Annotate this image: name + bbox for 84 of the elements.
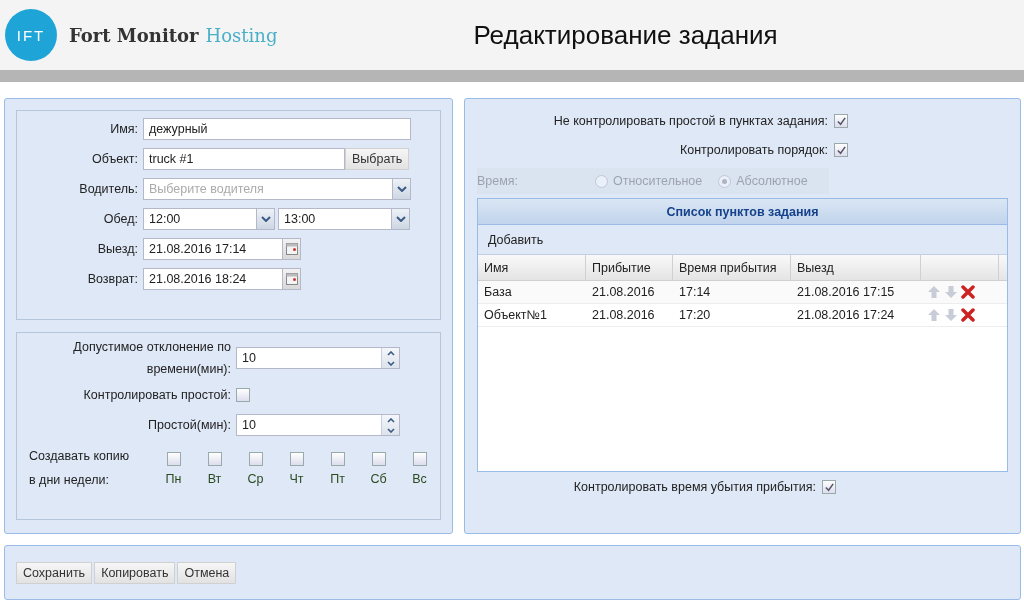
checkbox-label: Контролировать время убытия прибытия: <box>573 480 816 494</box>
radio-label: Абсолютное <box>736 174 808 188</box>
calendar-icon <box>285 273 298 285</box>
radio-label: Относительное <box>613 174 703 188</box>
checkbox[interactable] <box>248 452 263 466</box>
field-label: Простой(мин): <box>147 417 232 434</box>
chevron-down-icon <box>396 186 407 192</box>
chevron-down-icon <box>386 360 395 366</box>
weekday-label: Пт <box>330 472 345 486</box>
weekday-label: Ср <box>247 472 264 486</box>
date-field[interactable]: 21.08.2016 17:14 <box>143 238 301 260</box>
field-label: Выезд: <box>96 242 139 256</box>
column-header[interactable]: Время прибытия <box>673 255 791 280</box>
delete-icon[interactable] <box>961 308 975 322</box>
field-label: Водитель: <box>78 182 139 196</box>
field-label: Возврат: <box>86 272 139 286</box>
table-cell-text: 17:14 <box>678 284 712 301</box>
table-cell-text: 21.08.2016 17:15 <box>796 284 896 301</box>
checkbox[interactable] <box>207 452 222 466</box>
table-cell-text: 21.08.2016 17:24 <box>796 307 896 324</box>
delete-icon[interactable] <box>961 285 975 299</box>
brand-name: Fort Monitor <box>69 24 199 46</box>
date-field[interactable]: 21.08.2016 18:24 <box>143 268 301 290</box>
checkbox-label: Не контролировать простой в пунктах задания: <box>553 114 828 128</box>
checkbox[interactable] <box>834 143 848 157</box>
calendar-icon <box>285 243 298 255</box>
action-button[interactable]: Сохранить <box>16 561 93 584</box>
logo-badge: IFT <box>5 9 57 61</box>
chevron-down-icon <box>395 216 406 222</box>
calendar-button[interactable] <box>282 239 300 259</box>
field-label: Объект: <box>90 152 139 166</box>
arrow-up-icon[interactable] <box>927 308 941 322</box>
arrow-up-icon[interactable] <box>927 285 941 299</box>
checkbox[interactable] <box>834 114 848 128</box>
select-button[interactable]: Выбрать <box>345 148 409 170</box>
checkbox[interactable] <box>412 452 427 466</box>
table-cell-text: 21.08.2016 <box>591 307 656 324</box>
checkbox[interactable] <box>236 388 250 402</box>
brand-suffix: Hosting <box>205 24 278 46</box>
dropdown-button[interactable] <box>256 209 274 229</box>
grid-title: Список пунктов задания <box>478 199 1007 225</box>
table-cell-text: Объект№1 <box>483 307 548 324</box>
spinner-button[interactable] <box>381 348 399 368</box>
field-label: Имя: <box>109 122 139 136</box>
page-title: Редактирование задания <box>473 19 778 51</box>
table-cell-text: 21.08.2016 <box>591 284 656 301</box>
input-field[interactable]: дежурный <box>143 118 411 140</box>
checkbox[interactable] <box>822 480 836 494</box>
weekday-label: Вт <box>207 472 222 486</box>
action-button[interactable]: Отмена <box>177 561 237 584</box>
weekday-label: Пн <box>165 472 182 486</box>
table-cell-text: 17:20 <box>678 307 712 324</box>
number-field[interactable]: 10 <box>236 347 400 369</box>
column-header[interactable]: Прибытие <box>586 255 673 280</box>
checkbox-label: Контролировать порядок: <box>679 143 828 157</box>
add-button[interactable]: Добавить <box>482 230 550 249</box>
field-label: Допустимое отклонение по времени(мин): <box>72 339 232 378</box>
dropdown-button[interactable] <box>392 179 410 199</box>
checkbox[interactable] <box>330 452 345 466</box>
spinner-button[interactable] <box>381 415 399 435</box>
field-label: Время: <box>477 174 520 188</box>
column-header[interactable]: Выезд <box>791 255 921 280</box>
field-label: Контролировать простой: <box>82 388 232 402</box>
field-label: Создавать копию в дни недели: <box>29 448 131 489</box>
dropdown-field[interactable]: 13:00 <box>278 208 410 230</box>
table-cell-text: База <box>483 284 513 301</box>
field-label: Обед: <box>102 212 139 226</box>
chevron-up-icon <box>386 350 395 356</box>
number-field[interactable]: 10 <box>236 414 400 436</box>
checkbox[interactable] <box>371 452 386 466</box>
weekday-label: Чт <box>289 472 304 486</box>
chevron-up-icon <box>386 417 395 423</box>
dropdown-field[interactable]: 12:00 <box>143 208 275 230</box>
weekday-label: Сб <box>370 472 387 486</box>
dropdown-button[interactable] <box>391 209 409 229</box>
weekday-label: Вс <box>412 472 427 486</box>
checkbox[interactable] <box>166 452 181 466</box>
column-header[interactable]: Имя <box>478 255 586 280</box>
checkbox[interactable] <box>289 452 304 466</box>
chevron-down-icon <box>260 216 271 222</box>
action-button[interactable]: Копировать <box>94 561 176 584</box>
input-field[interactable]: truck #1 <box>143 148 345 170</box>
chevron-down-icon <box>386 427 395 433</box>
calendar-button[interactable] <box>282 269 300 289</box>
